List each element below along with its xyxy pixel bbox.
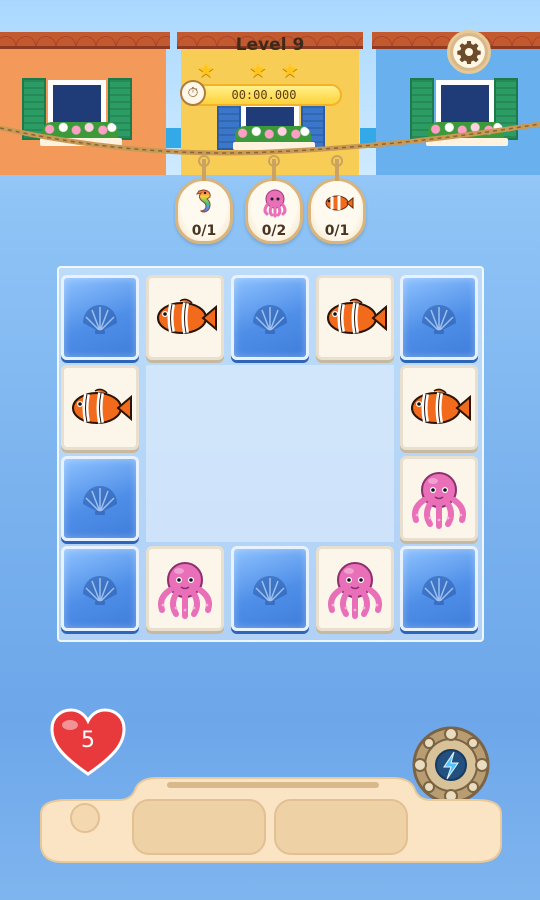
tile-tray <box>40 777 502 863</box>
hook <box>198 155 210 181</box>
octopus-icon <box>263 189 287 218</box>
goal-seahorse: 0/1 <box>175 155 233 244</box>
tile-octopus[interactable] <box>400 456 478 541</box>
level-title: Level 9 <box>235 35 305 55</box>
tile-facedown[interactable] <box>400 546 478 631</box>
seahorse-icon <box>195 189 211 213</box>
tile-facedown[interactable] <box>400 275 478 360</box>
tile-facedown[interactable] <box>61 456 139 541</box>
goal-count: 0/1 <box>191 223 217 239</box>
hook <box>268 155 280 181</box>
tile-clownfish[interactable] <box>61 365 139 450</box>
tile-clownfish[interactable] <box>146 275 224 360</box>
tile-clownfish[interactable] <box>316 275 394 360</box>
tile-octopus[interactable] <box>316 546 394 631</box>
tile-facedown[interactable] <box>61 275 139 360</box>
settings-button[interactable] <box>447 30 491 74</box>
tile-clownfish[interactable] <box>400 365 478 450</box>
lives-count: 5 <box>81 728 95 753</box>
goal-octopus: 0/2 <box>245 155 303 244</box>
star-icon: ★ <box>197 58 215 82</box>
clownfish-icon <box>325 195 354 211</box>
star-icon: ★ <box>249 58 267 82</box>
goal-count: 0/1 <box>324 223 350 239</box>
goal-count: 0/2 <box>261 223 287 239</box>
hook <box>331 155 343 181</box>
timer-display: 00:00.000 <box>186 84 342 106</box>
stopwatch-icon: ⏱ <box>180 80 206 106</box>
tile-facedown[interactable] <box>231 546 309 631</box>
gear-icon <box>457 41 481 64</box>
tile-facedown[interactable] <box>61 546 139 631</box>
tile-facedown[interactable] <box>231 275 309 360</box>
star-rating: ★ ★ ★ <box>197 60 302 80</box>
tile-octopus[interactable] <box>146 546 224 631</box>
board-empty-area <box>146 365 394 542</box>
star-icon: ★ <box>281 58 299 82</box>
goal-clownfish: 0/1 <box>308 155 366 244</box>
